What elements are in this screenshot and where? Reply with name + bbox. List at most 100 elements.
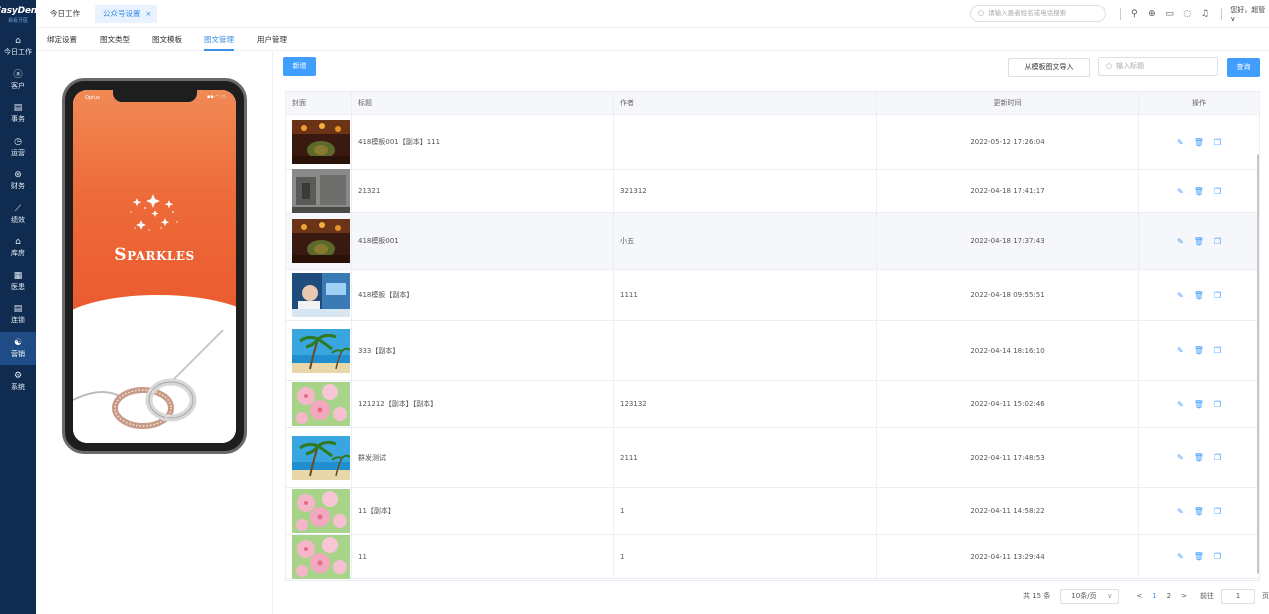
sidebar-item-affairs[interactable]: ▤ 事务 <box>0 97 36 131</box>
cover-thumbnail[interactable] <box>292 489 350 533</box>
sidebar-item-marketing[interactable]: ☯ 营销 <box>0 331 36 365</box>
sidebar-item-doctor-patient[interactable]: ▦ 医患 <box>0 265 36 299</box>
add-appointment-icon[interactable]: ⊕ <box>1145 9 1160 19</box>
sidebar-item-label: 客户 <box>11 81 25 90</box>
delete-icon[interactable]: 🗑 <box>1194 552 1204 561</box>
cover-thumbnail[interactable] <box>292 328 351 373</box>
tab-type[interactable]: 图文类型 <box>100 28 130 51</box>
tab-users[interactable]: 用户管理 <box>257 28 287 51</box>
copy-icon[interactable]: ❐ <box>1214 453 1221 462</box>
edit-icon[interactable]: ✎ <box>1177 507 1184 516</box>
tab-template[interactable]: 图文模板 <box>152 28 182 51</box>
delete-icon[interactable]: 🗑 <box>1194 237 1204 246</box>
cover-thumbnail[interactable] <box>292 382 350 426</box>
edit-icon[interactable]: ✎ <box>1177 138 1184 147</box>
sidebar-item-today-work[interactable]: ⌂ 今日工作 <box>0 30 36 64</box>
table-row: 11 1 2022-04-11 13:29:44 ✎ 🗑 ❐ <box>286 534 1259 579</box>
goto-page-input[interactable]: 1 <box>1221 588 1255 604</box>
cover-thumbnail[interactable] <box>292 219 350 263</box>
delete-icon[interactable]: 🗑 <box>1194 138 1204 147</box>
page-2[interactable]: 2 <box>1167 592 1171 600</box>
next-page-button[interactable]: > <box>1181 592 1187 600</box>
cover-thumbnail[interactable] <box>292 120 350 164</box>
header-cover: 封面 <box>286 92 352 114</box>
wallet-icon: ⊛ <box>14 170 22 181</box>
delete-icon[interactable]: 🗑 <box>1194 453 1204 462</box>
edit-icon[interactable]: ✎ <box>1177 453 1184 462</box>
message-icon[interactable]: ▭ <box>1162 9 1177 19</box>
page-size-select[interactable]: 10条/页 ∨ <box>1060 588 1120 604</box>
copy-icon[interactable]: ❐ <box>1214 138 1221 147</box>
add-user-icon[interactable]: ⚲ <box>1127 9 1142 19</box>
edit-icon[interactable]: ✎ <box>1177 291 1184 300</box>
updated-cell: 2022-04-11 17:48:53 <box>877 428 1139 487</box>
edit-icon[interactable]: ✎ <box>1177 237 1184 246</box>
title-search-input[interactable]: ○ 输入标题 <box>1098 57 1218 76</box>
sidebar-item-label: 连锁 <box>11 316 25 325</box>
delete-icon[interactable]: 🗑 <box>1194 507 1204 516</box>
sidebar: EasyDent 易看牙医 ⌂今日工作ⓐ客户▤事务◷运营⊛财务⟋绩效⌂库房▦医患… <box>0 0 41 614</box>
table-row: 333【副本】 2022-04-14 18:16:10 ✎ 🗑 ❐ <box>286 321 1259 381</box>
cover-thumbnail[interactable] <box>292 534 350 579</box>
cover-thumbnail[interactable] <box>292 169 350 213</box>
goto-suffix: 页 <box>1262 592 1269 600</box>
delete-icon[interactable]: 🗑 <box>1194 400 1204 409</box>
sidebar-item-label: 医患 <box>11 282 25 291</box>
page-1[interactable]: 1 <box>1152 592 1156 600</box>
copy-icon[interactable]: ❐ <box>1214 237 1221 246</box>
sidebar-item-system[interactable]: ⚙ 系统 <box>0 365 36 399</box>
delete-icon[interactable]: 🗑 <box>1194 187 1204 196</box>
delete-icon[interactable]: 🗑 <box>1194 291 1204 300</box>
author-cell: 1111 <box>614 270 877 320</box>
sidebar-item-label: 营销 <box>11 349 25 358</box>
copy-icon[interactable]: ❐ <box>1214 291 1221 300</box>
cover-cell <box>286 169 352 213</box>
total-count: 共 15 条 <box>1023 592 1051 600</box>
sidebar-item-chain[interactable]: ▤ 连锁 <box>0 298 36 332</box>
copy-icon[interactable]: ❐ <box>1214 507 1221 516</box>
sidebar-item-warehouse[interactable]: ⌂ 库房 <box>0 231 36 265</box>
phone-screen: Optus ▪▪ ◠ ▭ Sparkles <box>73 90 236 443</box>
delete-icon[interactable]: 🗑 <box>1194 346 1204 355</box>
edit-icon[interactable]: ✎ <box>1177 552 1184 561</box>
edit-icon[interactable]: ✎ <box>1177 346 1184 355</box>
prev-page-button[interactable]: < <box>1136 592 1142 600</box>
sidebar-item-finance[interactable]: ⊛ 财务 <box>0 164 36 198</box>
table-row: 11【副本】 1 2022-04-11 14:58:22 ✎ 🗑 ❐ <box>286 488 1259 535</box>
author-cell: 小五 <box>614 213 877 269</box>
sidebar-item-label: 库房 <box>11 249 25 258</box>
sidebar-item-performance[interactable]: ⟋ 绩效 <box>0 198 36 232</box>
goto-label: 前往 <box>1200 592 1215 600</box>
ops-cell: ✎ 🗑 ❐ <box>1139 213 1259 269</box>
query-button[interactable]: 查询 <box>1227 58 1260 77</box>
cover-cell <box>286 213 352 269</box>
edit-icon[interactable]: ✎ <box>1177 187 1184 196</box>
patient-search-input[interactable]: ○ 请输入患者姓名或电话搜索 <box>970 5 1106 22</box>
tab-wechat-settings[interactable]: 公众号设置 × <box>95 5 158 23</box>
tab-today-work[interactable]: 今日工作 <box>42 5 88 23</box>
ops-cell: ✎ 🗑 ❐ <box>1139 321 1259 380</box>
tab-label: 今日工作 <box>50 9 80 18</box>
import-from-template-button[interactable]: 从模板图文导入 <box>1008 58 1090 77</box>
sidebar-item-operations[interactable]: ◷ 运营 <box>0 131 36 165</box>
tab-binding[interactable]: 绑定设置 <box>47 28 77 51</box>
main-content: 新增 从模板图文导入 ○ 输入标题 查询 封面 标题 作者 更新时间 操作 418… <box>283 52 1269 614</box>
cover-cell <box>286 321 352 380</box>
cover-thumbnail[interactable] <box>292 435 351 480</box>
add-button[interactable]: 新增 <box>283 57 316 76</box>
copy-icon[interactable]: ❐ <box>1214 552 1221 561</box>
bell-icon[interactable]: ♫ <box>1198 9 1213 19</box>
close-icon[interactable]: × <box>146 10 152 18</box>
chat-icon[interactable]: ◌ <box>1180 9 1195 19</box>
cover-thumbnail[interactable] <box>292 273 350 317</box>
tab-management[interactable]: 图文管理 <box>204 28 234 51</box>
sidebar-item-customers[interactable]: ⓐ 客户 <box>0 64 36 98</box>
copy-icon[interactable]: ❐ <box>1214 400 1221 409</box>
table-scrollbar[interactable] <box>1257 154 1259 574</box>
copy-icon[interactable]: ❐ <box>1214 346 1221 355</box>
title-cell: 11 <box>352 535 614 578</box>
copy-icon[interactable]: ❐ <box>1214 187 1221 196</box>
edit-icon[interactable]: ✎ <box>1177 400 1184 409</box>
ops-cell: ✎ 🗑 ❐ <box>1139 381 1259 427</box>
user-menu[interactable]: 您好，超管 ∨ <box>1230 5 1269 23</box>
